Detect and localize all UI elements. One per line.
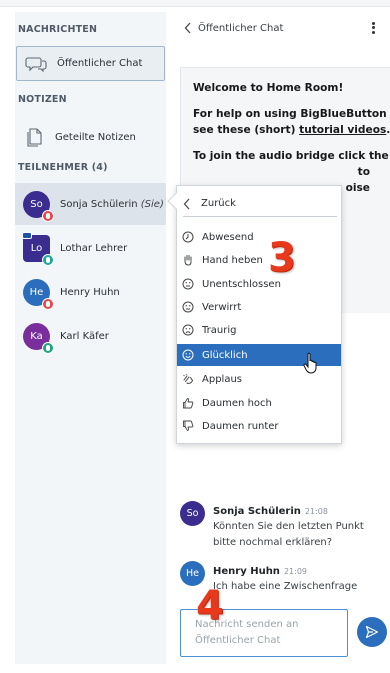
participants-section-title: TEILNEHMER (4) [18,162,108,173]
muted-mic-icon [42,209,54,222]
mic-icon [42,341,54,354]
confused-face-icon [182,301,194,313]
status-label: Daumen runter [202,420,279,432]
happy-face-icon [182,349,194,361]
hand-cursor-icon [303,352,317,374]
status-away[interactable]: Abwesend [177,226,341,248]
chevron-left-icon [184,22,191,34]
public-chat-label: Öffentlicher Chat [57,58,143,69]
user-name: Lothar Lehrer [60,242,128,254]
chevron-left-icon [183,198,190,209]
message-sender: Henry Huhn [213,566,280,577]
message-text: Ich habe eine Zwischenfrage [213,581,358,592]
step-3-annotation: 3 [268,235,296,281]
muted-mic-icon [42,297,54,310]
send-icon [365,625,379,639]
avatar-initials: He [29,286,44,298]
avatar: Ka [23,322,54,354]
hand-icon [182,254,194,266]
thumbs-up-icon [182,397,194,409]
avatar: So [180,501,205,526]
step-4-annotation: 4 [196,583,224,629]
message-text: Könnten Sie den letzten Punkt [213,521,364,532]
status-menu: Zurück Abwesend Hand heben Unentschlosse… [167,185,342,444]
help-line-2-suffix: . [386,124,390,136]
help-line-2: see these (short) [193,124,300,136]
message-text: bitte nochmal erklären? [213,537,333,548]
shared-notes-item[interactable]: Geteilte Notizen [15,120,166,154]
more-options-icon[interactable] [368,20,378,36]
help-line-1: For help on using BigBlueButton [193,108,387,120]
chat-bubble-icon [25,56,47,72]
status-label: Applaus [202,373,242,385]
message-time: 21:09 [283,567,307,576]
audio-line-1: To join the audio bridge click the [193,150,389,162]
notes-section-title: NOTIZEN [18,94,67,105]
notes-document-icon [27,128,42,147]
top-bar [0,0,390,7]
status-sad[interactable]: Traurig [177,319,341,341]
presenter-icon [22,231,32,239]
status-label: Verwirrt [202,301,242,313]
audio-line-2: to [357,166,370,178]
avatar-initials: So [186,508,199,519]
user-list-sidebar: NACHRICHTEN Öffentlicher Chat NOTIZEN Ge… [15,12,166,664]
user-name: Sonja Schülerin (Sie) [60,199,164,210]
avatar-initials: Lo [30,242,43,254]
room-name: Home Room [266,82,339,94]
public-chat-item[interactable]: Öffentlicher Chat [16,46,165,81]
status-undecided[interactable]: Unentschlossen [177,273,341,295]
status-label: Traurig [202,324,237,336]
applause-icon [182,373,194,385]
user-name: Henry Huhn [60,286,120,298]
back-label: Zurück [201,198,236,209]
message-meta: Sonja Schülerin 21:08 [213,499,364,518]
neutral-face-icon [182,278,194,290]
status-label: Daumen hoch [202,397,272,409]
input-placeholder-line-2: Öffentlicher Chat [195,635,281,646]
message-sender: Sonja Schülerin [213,506,301,517]
message-body: Sonja Schülerin 21:08 Könnten Sie den let… [213,499,364,551]
messages-section-title: NACHRICHTEN [18,24,98,35]
sad-face-icon [182,324,194,336]
send-button[interactable] [357,617,387,647]
avatar: Lo [22,231,54,266]
message-time: 21:08 [304,507,328,516]
chat-message: So Sonja Schülerin 21:08 Könnten Sie den … [180,499,364,551]
status-thumbs-down[interactable]: Daumen runter [177,415,341,437]
user-item[interactable]: Lo Lothar Lehrer [15,227,166,269]
avatar-initials: Ka [30,330,43,342]
avatar-initials: He [186,568,199,579]
status-raise-hand[interactable]: Hand heben [177,249,341,271]
user-name: Karl Käfer [60,330,109,342]
user-item[interactable]: He Henry Huhn [15,271,166,313]
welcome-title-prefix: Welcome to [193,82,267,94]
chat-header-title: Öffentlicher Chat [198,22,284,34]
avatar: He [23,278,54,310]
tutorial-videos-link[interactable]: tutorial videos [299,124,386,136]
status-label: Abwesend [202,231,254,243]
welcome-help: For help on using BigBlueButton see these… [193,106,390,138]
thumbs-down-icon [182,420,194,432]
status-thumbs-up[interactable]: Daumen hoch [177,392,341,414]
user-item[interactable]: So Sonja Schülerin (Sie) [15,183,166,225]
mic-icon [42,253,54,266]
back-menu-item[interactable]: Zurück [183,191,337,217]
status-confused[interactable]: Verwirrt [177,296,341,318]
avatar: So [23,190,54,222]
welcome-title-suffix: ! [338,82,344,94]
chat-header[interactable]: Öffentlicher Chat [184,22,283,34]
message-meta: Henry Huhn 21:09 [213,559,357,578]
user-item[interactable]: Ka Karl Käfer [15,315,166,357]
avatar-initials: So [30,198,43,210]
clock-icon [182,231,194,243]
welcome-title: Welcome to Home Room! [193,80,390,96]
status-label: Glücklich [202,349,248,361]
message-body: Henry Huhn 21:09 Ich habe eine Zwischenfr… [213,559,357,595]
shared-notes-label: Geteilte Notizen [55,131,136,143]
status-label: Hand heben [202,254,263,266]
user-you-suffix: (Sie) [140,198,164,210]
user-name-text: Sonja Schülerin [60,198,138,210]
